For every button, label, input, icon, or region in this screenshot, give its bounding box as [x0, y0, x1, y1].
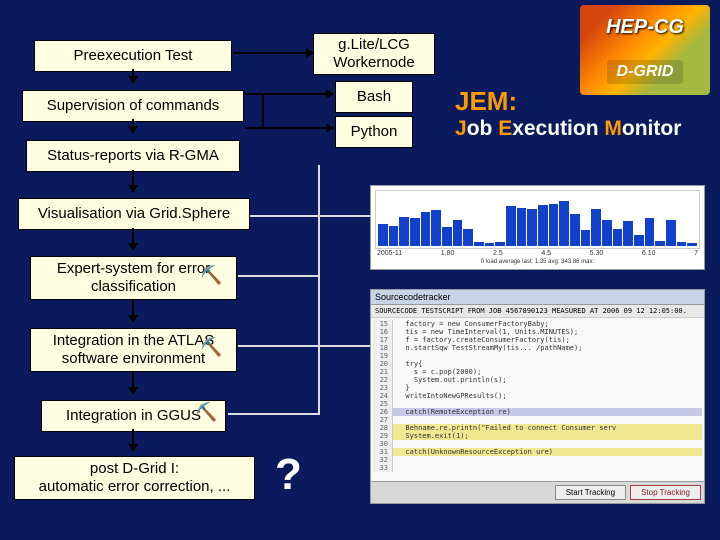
title-full: Job Execution Monitor — [455, 117, 681, 141]
arrow-right-icon — [245, 127, 333, 129]
worker-icon: ⛏️ — [195, 402, 217, 423]
arrow-right-icon — [233, 52, 313, 54]
arrow-down-icon — [132, 119, 134, 133]
chart-bars — [375, 190, 700, 249]
box-preexecution: Preexecution Test — [34, 40, 232, 72]
arrow-down-icon — [132, 372, 134, 394]
worker-icon: ⛏️ — [200, 337, 222, 358]
tracker-code: 15 factory = new ConsumerFactoryBaby;16 … — [371, 318, 704, 481]
box-post-dgrid: post D-Grid I: automatic error correctio… — [14, 456, 255, 500]
arrow-right-icon — [245, 93, 333, 95]
arrow-down-icon — [132, 429, 134, 451]
connector-line — [262, 93, 264, 129]
box-workernode: g.Lite/LCG Workernode — [313, 33, 435, 75]
connector-arrows — [300, 165, 370, 495]
sourcecode-tracker-panel: Sourcecodetracker SOURCECODE TESTSCRIPT … — [370, 289, 705, 504]
worker-icon: ⛏️ — [200, 265, 222, 286]
tracker-titlebar: Sourcecodetracker — [371, 290, 704, 305]
box-bash: Bash — [335, 81, 413, 113]
box-visualisation: Visualisation via Grid.Sphere — [18, 198, 250, 230]
arrow-down-icon — [132, 228, 134, 250]
logo-dgrid: D-GRID — [607, 60, 684, 84]
logo-badge: HEP-CG D-GRID — [580, 5, 710, 95]
chart-x-axis: 2005-11 1.80 2.5 4.5 5.30 6.10 7 — [375, 249, 700, 258]
box-supervision: Supervision of commands — [22, 90, 244, 122]
arrow-down-icon — [132, 300, 134, 322]
tracker-header: SOURCECODE TESTSCRIPT FROM JOB 456789012… — [371, 305, 704, 318]
tracker-footer: Start Tracking Stop Tracking — [371, 481, 704, 503]
title-short: JEM: — [455, 86, 681, 117]
question-mark: ? — [275, 450, 302, 500]
stop-tracking-button[interactable]: Stop Tracking — [630, 485, 701, 500]
logo-hepcg: HEP-CG — [606, 16, 684, 39]
box-python: Python — [335, 116, 413, 148]
arrow-down-icon — [132, 170, 134, 192]
chart-legend: 0 load average last: 1.35 avg: 343.86 ma… — [375, 258, 700, 265]
start-tracking-button[interactable]: Start Tracking — [555, 485, 626, 500]
arrow-down-icon — [132, 69, 134, 83]
load-average-chart: 2005-11 1.80 2.5 4.5 5.30 6.10 7 0 load … — [370, 185, 705, 270]
box-status-rgma: Status-reports via R-GMA — [26, 140, 240, 172]
page-title: JEM: Job Execution Monitor — [455, 86, 681, 141]
